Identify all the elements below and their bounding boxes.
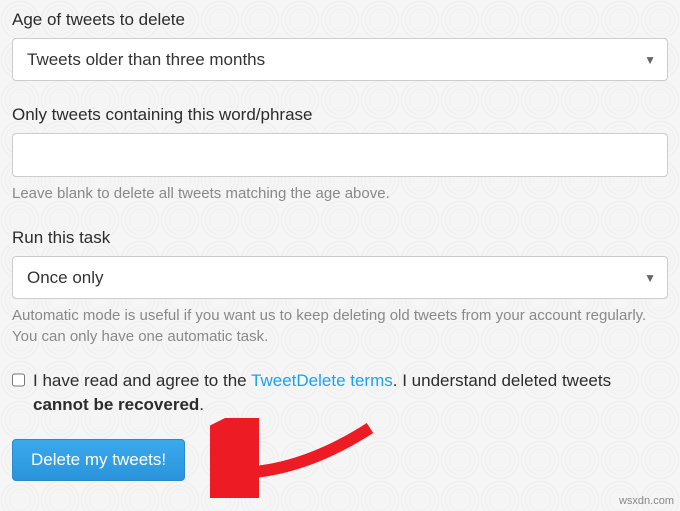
age-select-wrap: Tweets older than three months ▼ (12, 38, 668, 81)
confirm-row: I have read and agree to the TweetDelete… (12, 369, 668, 417)
keyword-group: Only tweets containing this word/phrase … (12, 105, 668, 204)
confirm-checkbox[interactable] (12, 373, 25, 387)
age-select[interactable]: Tweets older than three months (12, 38, 668, 81)
run-label: Run this task (12, 228, 668, 248)
run-select[interactable]: Once only (12, 256, 668, 299)
confirm-label: I have read and agree to the TweetDelete… (33, 369, 668, 417)
run-select-wrap: Once only ▼ (12, 256, 668, 299)
keyword-label: Only tweets containing this word/phrase (12, 105, 668, 125)
confirm-prefix: I have read and agree to the (33, 371, 251, 390)
keyword-input[interactable] (12, 133, 668, 177)
age-label: Age of tweets to delete (12, 10, 668, 30)
divider (12, 218, 668, 228)
run-group: Run this task Once only ▼ Automatic mode… (12, 228, 668, 347)
delete-button[interactable]: Delete my tweets! (12, 439, 185, 481)
watermark: wsxdn.com (619, 495, 674, 507)
divider (12, 95, 668, 105)
keyword-help: Leave blank to delete all tweets matchin… (12, 183, 668, 204)
run-help: Automatic mode is useful if you want us … (12, 305, 668, 347)
age-group: Age of tweets to delete Tweets older tha… (12, 10, 668, 81)
annotation-arrow-icon (210, 418, 380, 498)
confirm-bold: cannot be recovered (33, 395, 199, 414)
confirm-suffix: . (199, 395, 204, 414)
confirm-middle: . I understand deleted tweets (393, 371, 611, 390)
terms-link[interactable]: TweetDelete terms (251, 371, 393, 390)
